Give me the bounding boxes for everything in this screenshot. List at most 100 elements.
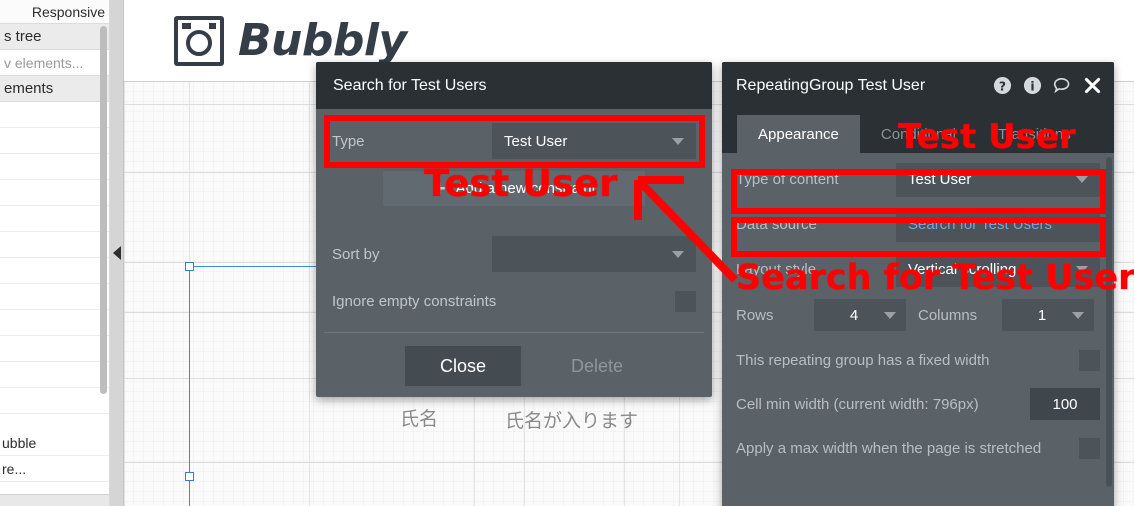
list-item[interactable] (0, 154, 109, 180)
close-button-label: Close (439, 355, 486, 376)
selection-handle-bottom[interactable] (185, 472, 194, 481)
ignore-empty-constraints-checkbox[interactable] (675, 290, 696, 312)
tab-conditional[interactable]: Conditional (860, 115, 977, 153)
logo-knob-right (209, 22, 216, 29)
sidebar-link-more[interactable]: re... (0, 456, 109, 482)
selection-line-vertical (189, 266, 190, 506)
info-icon[interactable]: i (1023, 76, 1042, 95)
element-search-placeholder: v elements... (4, 54, 84, 71)
bubbly-logo-text: Bubbly (238, 15, 407, 66)
chevron-down-icon (1076, 266, 1088, 273)
delete-button-label: Delete (570, 355, 624, 376)
panel-title-icons: ? i (993, 76, 1102, 95)
fixed-width-row: This repeating group has a fixed width (722, 338, 1114, 382)
search-for-test-users-dialog: Search for Test Users Type Test User + A… (316, 62, 712, 397)
help-icon[interactable]: ? (993, 76, 1012, 95)
canvas-label-name-value: 氏名が入ります (505, 410, 639, 432)
rows-value: 4 (849, 306, 859, 324)
fixed-width-label: This repeating group has a fixed width (736, 351, 990, 369)
repeating-group-property-editor: RepeatingGroup Test User ? i Appearance … (722, 62, 1114, 506)
type-label: Type (332, 132, 365, 150)
rows-columns-row: Rows 4 Columns 1 (722, 292, 1114, 338)
chevron-down-icon (884, 311, 896, 319)
washing-machine-icon (174, 15, 224, 66)
tab-conditional-label: Conditional (880, 125, 956, 143)
list-item[interactable] (0, 310, 109, 336)
bubbly-logo: Bubbly (174, 15, 407, 66)
layout-style-label: Layout style (736, 261, 817, 278)
element-search-input[interactable]: v elements... (0, 50, 109, 76)
list-item[interactable] (0, 258, 109, 284)
list-item[interactable] (0, 388, 109, 414)
list-item[interactable] (0, 284, 109, 310)
sort-by-label: Sort by (332, 245, 380, 263)
chevron-down-icon (672, 250, 684, 258)
add-new-constraint-button[interactable]: + Add a new constraint (383, 171, 645, 206)
dialog-footer: Close Delete (316, 333, 712, 397)
logo-drum-circle (186, 30, 212, 57)
type-of-content-value: Test User (908, 171, 972, 188)
list-item[interactable] (0, 336, 109, 362)
selection-handle-top[interactable] (185, 262, 194, 271)
cell-min-width-label: Cell min width (current width: 796px) (736, 395, 979, 413)
type-field-row: Type Test User (316, 117, 712, 165)
ignore-empty-constraints-label: Ignore empty constraints (332, 292, 497, 310)
triangle-left-icon (112, 246, 121, 260)
max-width-checkbox[interactable] (1079, 437, 1100, 459)
type-dropdown-value: Test User (504, 132, 568, 150)
elements-tree-section-header[interactable]: s tree (0, 24, 109, 50)
elements-section-header[interactable]: ements (0, 76, 109, 102)
responsive-label: Responsive (31, 3, 105, 20)
dialog-body: Type Test User + Add a new constraint So… (316, 117, 712, 397)
responsive-toggle[interactable]: Responsive (0, 0, 109, 24)
sidebar-collapse-handle[interactable] (110, 0, 124, 506)
sidebar-link-more-label: re... (2, 460, 27, 477)
app-root: Responsive s tree v elements... ements u… (0, 0, 1134, 506)
tab-transitions-label: Transitions (997, 125, 1071, 143)
list-item[interactable] (0, 128, 109, 154)
tab-appearance[interactable]: Appearance (737, 115, 860, 153)
comment-icon[interactable] (1053, 76, 1072, 95)
tab-appearance-label: Appearance (758, 125, 839, 143)
ignore-empty-constraints-row: Ignore empty constraints (316, 278, 712, 324)
list-item[interactable] (0, 102, 109, 128)
delete-button[interactable]: Delete (571, 356, 623, 377)
data-source-value-button[interactable]: Search for Test Users (896, 207, 1100, 242)
add-new-constraint-label: Add a new constraint (455, 180, 596, 197)
rows-dropdown[interactable]: 4 (814, 299, 906, 331)
max-width-label: Apply a max width when the page is stret… (736, 439, 1042, 457)
dialog-title-text: Search for Test Users (333, 76, 487, 94)
sidebar-spacer-bottom (0, 482, 109, 494)
panel-scrollbar[interactable] (1106, 157, 1112, 487)
close-button[interactable]: Close (404, 346, 521, 386)
canvas-label-name: 氏名 (400, 408, 439, 430)
list-item[interactable] (0, 362, 109, 388)
sidebar-link-bubble-label: ubble (2, 434, 37, 451)
sidebar-scrollbar[interactable] (100, 26, 107, 394)
left-sidebar: Responsive s tree v elements... ements u… (0, 0, 110, 506)
type-dropdown[interactable]: Test User (492, 123, 696, 159)
chevron-down-icon (1072, 311, 1084, 319)
type-of-content-row: Type of content Test User (722, 157, 1114, 202)
data-source-row: Data source Search for Test Users (722, 202, 1114, 247)
list-item[interactable] (0, 180, 109, 206)
list-item[interactable] (0, 232, 109, 258)
list-item[interactable] (0, 206, 109, 232)
layout-style-value: Vertical scrolling (908, 261, 1017, 278)
columns-dropdown[interactable]: 1 (1002, 299, 1094, 331)
layout-style-dropdown[interactable]: Vertical scrolling (896, 252, 1100, 287)
close-icon[interactable] (1083, 76, 1102, 95)
sort-by-dropdown[interactable] (492, 236, 696, 272)
fixed-width-checkbox[interactable] (1079, 349, 1100, 371)
cell-min-width-input[interactable]: 100 (1030, 388, 1100, 420)
svg-text:i: i (1030, 79, 1034, 93)
logo-knob-left (182, 22, 191, 29)
type-of-content-label: Type of content (736, 171, 839, 188)
type-of-content-dropdown[interactable]: Test User (896, 162, 1100, 197)
tab-transitions[interactable]: Transitions (977, 115, 1092, 153)
plus-icon: + (432, 175, 446, 201)
sidebar-link-bubble[interactable]: ubble (0, 430, 109, 456)
panel-title-bar: RepeatingGroup Test User ? i (722, 62, 1114, 109)
data-source-label: Data source (736, 216, 817, 233)
columns-label: Columns (918, 306, 978, 324)
